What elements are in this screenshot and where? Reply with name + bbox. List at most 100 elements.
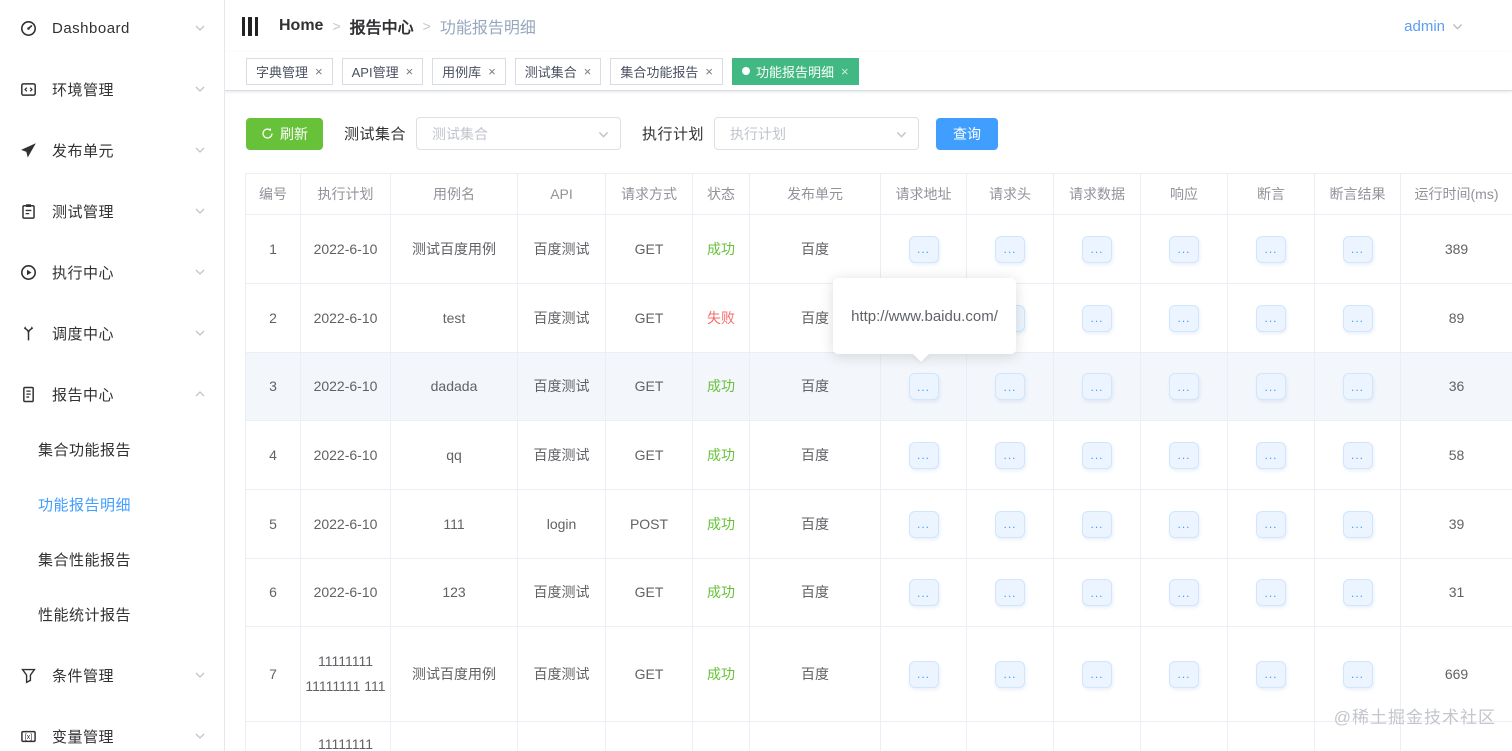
sidebar-item-condition[interactable]: 条件管理 [0,647,224,703]
cell-time: 31 [1400,558,1512,627]
cell-request-url: ... [880,558,967,627]
tab[interactable]: 用例库 × [432,57,506,85]
sidebar-item-variable[interactable]: [x] 变量管理 [0,708,224,751]
sidebar-subitem[interactable]: 集合性能报告 [0,532,224,587]
cell-method: GET [605,558,693,627]
cell-api: 百度测试 [517,283,606,353]
view-detail-button[interactable]: ... [1256,304,1286,332]
view-detail-button[interactable]: ... [1082,510,1112,538]
view-detail-button[interactable]: ... [1169,235,1199,263]
sidebar-item-label: 报告中心 [52,386,115,404]
view-detail-button[interactable]: ... [995,579,1025,606]
cell-no: 7 [245,626,301,722]
tab[interactable]: 功能报告明细 × [732,57,859,85]
view-detail-button[interactable]: ... [1169,579,1199,606]
view-detail-button[interactable]: ... [1342,579,1373,606]
column-header: 断言 [1227,173,1315,215]
tooltip-arrow [912,353,930,362]
cell-method: GET [605,214,693,284]
sidebar-item-publish[interactable]: 发布单元 [0,122,224,178]
query-button[interactable]: 查询 [936,117,999,150]
branch-icon [20,325,37,342]
view-detail-button[interactable]: ... [908,510,939,538]
sidebar-subitem[interactable]: 功能报告明细 [0,477,224,532]
view-detail-button[interactable]: ... [908,660,939,688]
view-detail-button[interactable]: ... [995,441,1025,469]
view-detail-button[interactable]: ... [1256,441,1286,469]
sidebar-subitem[interactable]: 性能统计报告 [0,587,224,642]
sidebar-item-report[interactable]: 报告中心 [0,366,224,422]
view-detail-button[interactable]: ... [1256,579,1286,606]
view-detail-button[interactable]: ... [1082,579,1112,606]
tab[interactable]: API管理 × [341,57,424,85]
view-detail-button[interactable]: ... [908,373,939,400]
view-detail-button[interactable]: ... [995,373,1025,400]
view-detail-button[interactable]: ... [908,579,939,606]
plan-select[interactable]: 执行计划 [714,117,920,150]
view-detail-button[interactable]: ... [1082,373,1112,400]
sidebar-item-dashboard[interactable]: Dashboard [0,0,224,56]
view-detail-button[interactable]: ... [1169,441,1199,469]
table-row: 5 2022-6-10 111 login POST 成功 百度 ... ...… [245,489,1512,559]
cell-response: ... [1140,214,1228,284]
breadcrumb-item[interactable]: Home [279,17,323,35]
view-detail-button[interactable]: ... [1082,660,1112,688]
sidebar-item-test[interactable]: 测试管理 [0,183,224,239]
close-icon[interactable]: × [584,65,592,78]
view-detail-button[interactable]: ... [1342,510,1373,538]
tab-label: 功能报告明细 [756,64,835,80]
view-detail-button[interactable]: ... [908,441,939,469]
close-icon[interactable]: × [841,65,849,78]
close-icon[interactable]: × [705,65,713,78]
view-detail-button[interactable]: ... [1342,235,1373,263]
breadcrumb-item[interactable]: 报告中心 [350,14,414,38]
tab-bar: 字典管理 × API管理 × 用例库 × 测试集合 × 集合功能报告 × 功能报… [225,52,1512,91]
view-detail-button[interactable]: ... [1082,235,1112,263]
sidebar-subitem[interactable]: 集合功能报告 [0,422,224,477]
collapse-sidebar-icon[interactable] [239,15,261,37]
column-header: 运行时间(ms) [1400,173,1512,215]
cell-assert: ... [1227,352,1315,421]
test-set-select[interactable]: 测试集合 [416,117,622,150]
sidebar-item-schedule[interactable]: 调度中心 [0,305,224,361]
view-detail-button[interactable]: ... [1256,235,1286,263]
user-menu[interactable]: admin [1404,18,1464,35]
view-detail-button[interactable]: ... [1082,304,1112,332]
cell-unit [749,721,881,751]
sidebar-item-exec[interactable]: 执行中心 [0,244,224,300]
view-detail-button[interactable]: ... [995,660,1025,688]
tab-label: 集合功能报告 [620,64,699,80]
view-detail-button[interactable]: ... [995,235,1025,263]
view-detail-button[interactable]: ... [1256,373,1286,400]
breadcrumb-separator: > [422,18,431,34]
close-icon[interactable]: × [488,65,496,78]
chevron-down-icon [195,330,205,336]
tab-label: API管理 [351,64,399,80]
view-detail-button[interactable]: ... [1169,373,1199,400]
sidebar-item-label: 环境管理 [52,81,115,99]
view-detail-button[interactable]: ... [908,235,939,263]
view-detail-button[interactable]: ... [1342,373,1373,400]
close-icon[interactable]: × [406,65,414,78]
view-detail-button[interactable]: ... [1256,510,1286,538]
refresh-button[interactable]: 刷新 [246,117,323,150]
cell-time: 389 [1400,214,1512,284]
sidebar-item-env[interactable]: 环境管理 [0,61,224,117]
chevron-down-icon [195,208,205,214]
tab[interactable]: 字典管理 × [246,57,333,85]
chevron-up-icon [195,391,205,397]
close-icon[interactable]: × [315,65,323,78]
view-detail-button[interactable]: ... [995,510,1025,538]
refresh-icon [262,127,273,139]
column-header: 编号 [245,173,301,215]
view-detail-button[interactable]: ... [1256,660,1286,688]
view-detail-button[interactable]: ... [1342,660,1373,688]
tab[interactable]: 测试集合 × [514,57,602,85]
tab[interactable]: 集合功能报告 × [610,57,723,85]
view-detail-button[interactable]: ... [1342,304,1373,332]
view-detail-button[interactable]: ... [1169,510,1199,538]
view-detail-button[interactable]: ... [1082,441,1112,469]
view-detail-button[interactable]: ... [1342,441,1373,469]
view-detail-button[interactable]: ... [1169,660,1199,688]
view-detail-button[interactable]: ... [1169,304,1199,332]
